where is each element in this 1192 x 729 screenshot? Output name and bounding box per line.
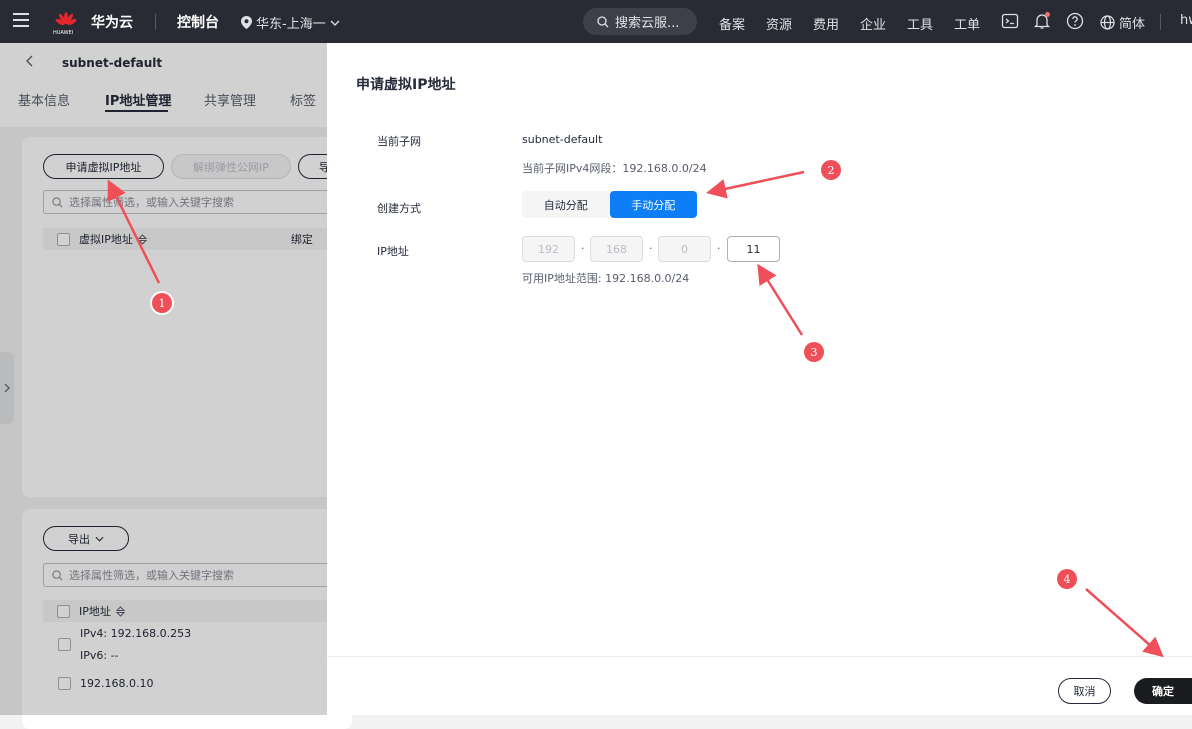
nav-enterprise[interactable]: 企业	[860, 14, 886, 33]
brand-name[interactable]: 华为云	[91, 12, 133, 32]
region-label: 华东-上海一	[256, 17, 326, 32]
modal-overlay[interactable]	[0, 43, 327, 715]
ip-octet-1: 192	[522, 236, 575, 262]
ip-range-hint: 可用IP地址范围: 192.168.0.0/24	[522, 272, 690, 285]
user-account[interactable]: hw	[1180, 13, 1192, 28]
region-selector[interactable]: 华东-上海一	[241, 13, 340, 32]
language-selector[interactable]: 简体	[1100, 13, 1145, 32]
mode-manual-option[interactable]: 手动分配	[609, 191, 697, 218]
current-subnet-hint: 当前子网IPv4网段：192.168.0.0/24	[522, 162, 707, 175]
current-subnet-label: 当前子网	[377, 135, 421, 148]
globe-icon	[1100, 15, 1115, 30]
cancel-button[interactable]: 取消	[1058, 678, 1111, 704]
divider	[155, 14, 156, 30]
logo-text: HUAWEI	[53, 30, 74, 36]
chevron-down-icon	[330, 20, 340, 26]
top-navigation-bar: HUAWEI 华为云 控制台 华东-上海一 搜索云服... 备案 资源 费用 企…	[0, 0, 1192, 43]
footer-divider	[327, 656, 1192, 657]
apply-virtual-ip-drawer: 申请虚拟IP地址 当前子网 subnet-default 当前子网IPv4网段：…	[327, 43, 1192, 715]
terminal-icon[interactable]	[1001, 12, 1019, 30]
menu-icon[interactable]	[13, 13, 29, 27]
nav-resources[interactable]: 资源	[766, 14, 792, 33]
location-pin-icon	[241, 16, 252, 29]
global-search-input[interactable]: 搜索云服...	[583, 8, 697, 35]
ip-octet-3: 0	[658, 236, 711, 262]
nav-billing[interactable]: 费用	[813, 14, 839, 33]
annotation-marker-2: 2	[821, 160, 841, 180]
mode-auto-option[interactable]: 自动分配	[522, 191, 610, 218]
drawer-title: 申请虚拟IP地址	[356, 77, 456, 93]
divider	[1160, 14, 1161, 30]
ip-dot: ·	[717, 242, 721, 255]
ip-dot: ·	[649, 242, 653, 255]
console-link[interactable]: 控制台	[177, 12, 219, 32]
nav-tickets[interactable]: 工单	[954, 14, 980, 33]
ip-octet-2: 168	[590, 236, 643, 262]
ip-address-label: IP地址	[377, 245, 409, 258]
current-subnet-value: subnet-default	[522, 133, 603, 146]
create-mode-label: 创建方式	[377, 202, 421, 215]
search-icon	[597, 15, 609, 27]
annotation-marker-4: 4	[1057, 569, 1077, 589]
annotation-marker-3: 3	[804, 342, 824, 362]
ip-dot: ·	[581, 242, 585, 255]
nav-tools[interactable]: 工具	[907, 14, 933, 33]
confirm-button[interactable]: 确定	[1134, 678, 1192, 704]
help-icon[interactable]	[1066, 12, 1084, 30]
bell-icon[interactable]	[1033, 12, 1051, 30]
create-mode-toggle: 自动分配 手动分配	[522, 191, 697, 218]
ip-octet-4-input[interactable]: 11	[727, 236, 780, 262]
annotation-marker-1: 1	[152, 293, 172, 313]
nav-beian[interactable]: 备案	[719, 14, 745, 33]
search-placeholder: 搜索云服...	[615, 16, 680, 31]
language-label: 简体	[1119, 17, 1146, 32]
